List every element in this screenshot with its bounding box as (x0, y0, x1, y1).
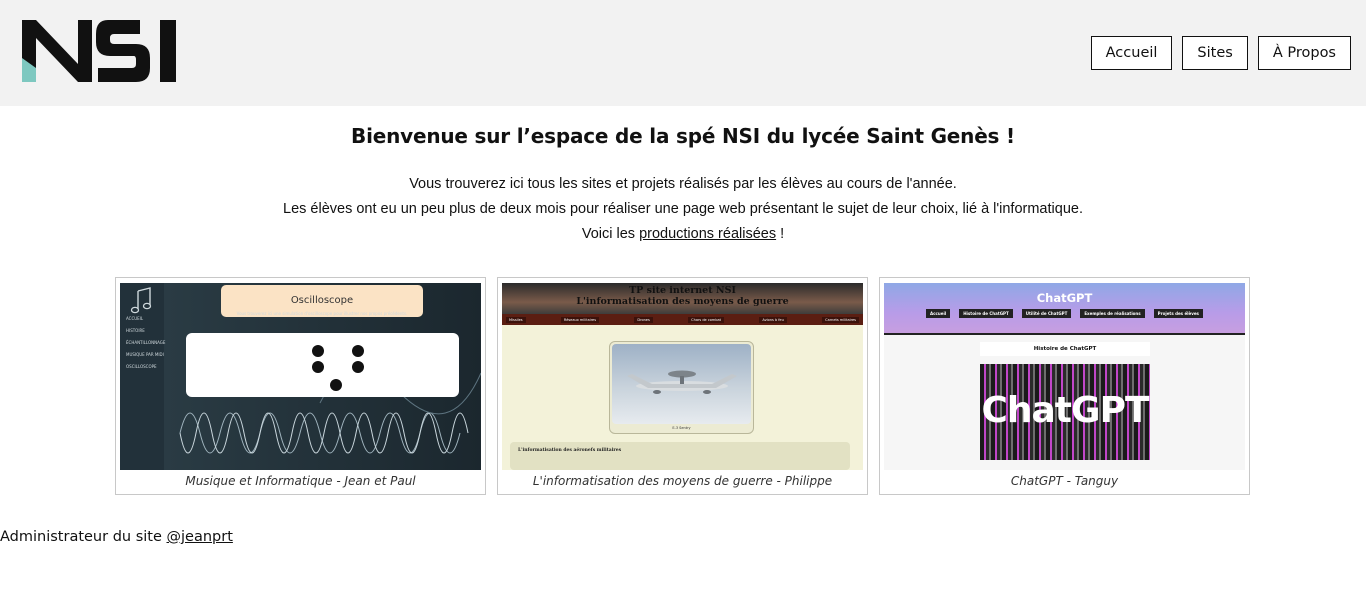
intro-line-2: Les élèves ont eu un peu plus de deux mo… (283, 201, 1083, 217)
thumb-tab: Histoire de ChatGPT (959, 309, 1013, 318)
thumb-banner-line-2: L'informatisation des moyens de guerre (576, 296, 789, 307)
thumb-sidebar-item: ACCUEIL (126, 316, 144, 321)
thumb-image-text: ChatGPT (981, 390, 1149, 431)
thumb-banner-text: TP site internet NSI L'informatisation d… (502, 285, 863, 307)
knob-icon (312, 361, 324, 373)
thumb-section-title: L'informatisation des aéronefs militaire… (518, 448, 622, 453)
knob-icon (312, 345, 324, 357)
knob-icon (352, 361, 364, 373)
productions-link[interactable]: productions réalisées (639, 226, 776, 242)
nav-sites-button[interactable]: Sites (1182, 36, 1248, 70)
admin-link[interactable]: @jeanprt (167, 529, 233, 545)
thumb-subtitle: Vous trouverez ici une simulation d'osci… (236, 311, 408, 316)
thumb-sidebar: ACCUEIL HISTOIRE ÉCHANTILLONNAGE MUSIQUE… (120, 283, 166, 470)
nav-a-propos-button[interactable]: À Propos (1257, 36, 1351, 70)
thumb-photo (612, 344, 751, 424)
project-caption: Musique et Informatique - Jean et Paul (185, 474, 416, 488)
intro-line-3-prefix: Voici les (581, 226, 640, 242)
project-card-guerre[interactable]: TP site internet NSI L'informatisation d… (497, 277, 868, 495)
thumb-tab: Missiles (506, 316, 526, 323)
nav-accueil-button[interactable]: Accueil (1090, 36, 1173, 70)
thumb-tabs: Accueil Histoire de ChatGPT Utilité de C… (884, 309, 1245, 318)
thumb-sidebar-item: OSCILLOSCOPE (126, 364, 157, 369)
intro-line-3: Voici les productions réalisées ! (0, 222, 1366, 247)
projects-gallery: ACCUEIL HISTOIRE ÉCHANTILLONNAGE MUSIQUE… (115, 277, 1250, 495)
project-thumbnail: ACCUEIL HISTOIRE ÉCHANTILLONNAGE MUSIQUE… (120, 283, 481, 470)
intro-line-3-suffix: ! (776, 226, 785, 242)
thumb-banner: TP site internet NSI L'informatisation d… (502, 283, 863, 315)
footer-text: Administrateur du site (0, 529, 167, 545)
thumb-sidebar-item: MUSIQUE PAR MIDI (126, 352, 164, 357)
knob-icon (330, 379, 342, 391)
thumb-sidebar-item: ÉCHANTILLONNAGE (126, 340, 166, 345)
thumb-tab: Exemples de réalisations (1080, 309, 1145, 318)
thumb-tab: Carnets militaires (822, 316, 859, 323)
thumb-tab: Chars de combat (688, 316, 725, 323)
thumb-photo-caption: E-3 Sentry (672, 426, 691, 430)
main-nav: Accueil Sites À Propos (1090, 36, 1351, 70)
airplane-icon (627, 370, 737, 394)
nsi-logo[interactable] (22, 20, 178, 82)
thumb-tab: Drones (634, 316, 653, 323)
thumb-box-title: Histoire de ChatGPT (980, 342, 1150, 356)
thumb-tab: Avions à feu (759, 316, 787, 323)
thumb-banner: ChatGPT Accueil Histoire de ChatGPT Util… (884, 283, 1245, 333)
project-card-chatgpt[interactable]: ChatGPT Accueil Histoire de ChatGPT Util… (879, 277, 1250, 495)
music-note-icon (130, 287, 152, 314)
site-header: Accueil Sites À Propos (0, 0, 1366, 106)
page-title: Bienvenue sur l’espace de la spé NSI du … (351, 124, 1015, 148)
thumb-tab: Accueil (926, 309, 951, 318)
thumb-sidebar-item: HISTOIRE (126, 328, 145, 333)
site-footer: Administrateur du site @jeanprt (0, 529, 233, 545)
thumb-tab: Réseaux militaires (560, 316, 600, 323)
thumb-banner-line-1: TP site internet NSI (629, 285, 736, 296)
thumb-tabs: Missiles Réseaux militaires Drones Chars… (502, 314, 863, 325)
project-card-musique[interactable]: ACCUEIL HISTOIRE ÉCHANTILLONNAGE MUSIQUE… (115, 277, 486, 495)
project-caption: ChatGPT - Tanguy (1010, 474, 1119, 488)
oscilloscope-panel (186, 333, 459, 397)
project-thumbnail: ChatGPT Accueil Histoire de ChatGPT Util… (884, 283, 1245, 470)
intro-line-1: Vous trouverez ici tous les sites et pro… (409, 176, 957, 192)
thumb-section: L'informatisation des aéronefs militaire… (510, 442, 850, 470)
knob-icon (352, 345, 364, 357)
project-thumbnail: TP site internet NSI L'informatisation d… (502, 283, 863, 470)
intro-text: Vous trouverez ici tous les sites et pro… (0, 172, 1366, 247)
thumb-tab: Projets des élèves (1153, 309, 1203, 318)
project-caption: L'informatisation des moyens de guerre -… (532, 474, 833, 488)
thumb-tab: Utilité de ChatGPT (1021, 309, 1072, 318)
thumb-title: ChatGPT (1036, 291, 1093, 305)
thumb-divider (884, 333, 1245, 335)
